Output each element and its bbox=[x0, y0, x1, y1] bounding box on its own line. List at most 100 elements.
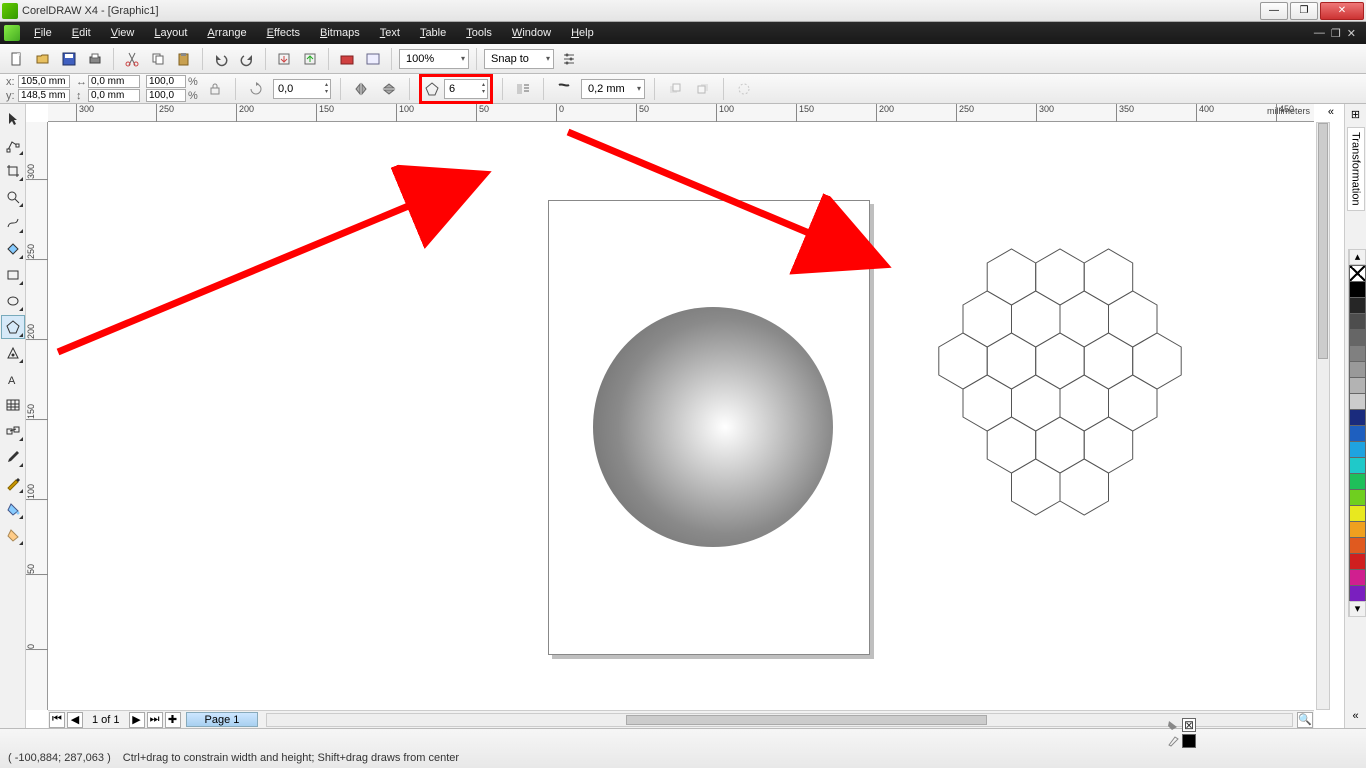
swatch[interactable] bbox=[1349, 425, 1366, 442]
cut-button[interactable] bbox=[121, 48, 143, 70]
swatch[interactable] bbox=[1349, 361, 1366, 378]
polygon-sides-input[interactable]: 6 bbox=[444, 79, 488, 99]
current-fill-swatch[interactable]: ⊠ bbox=[1182, 718, 1196, 732]
swatch[interactable] bbox=[1349, 345, 1366, 362]
convert-curves-button[interactable] bbox=[733, 78, 755, 100]
swatch[interactable] bbox=[1349, 585, 1366, 602]
canvas[interactable] bbox=[48, 122, 1314, 710]
outline-tool[interactable] bbox=[1, 471, 25, 495]
add-page-button[interactable]: ✚ bbox=[165, 712, 181, 728]
polygon-tool[interactable] bbox=[1, 315, 25, 339]
height-input[interactable]: 0,0 mm bbox=[88, 89, 140, 102]
pick-tool[interactable] bbox=[1, 107, 25, 131]
print-button[interactable] bbox=[84, 48, 106, 70]
swatch[interactable] bbox=[1349, 441, 1366, 458]
menu-tools[interactable]: Tools bbox=[456, 27, 502, 39]
zoom-combo[interactable]: 100% bbox=[399, 49, 469, 69]
ruler-horizontal[interactable]: 3002502001501005005010015020025030035040… bbox=[48, 104, 1314, 122]
mirror-h-button[interactable] bbox=[350, 78, 372, 100]
page-tab-1[interactable]: Page 1 bbox=[186, 712, 259, 727]
scale-x-input[interactable]: 100,0 bbox=[146, 75, 186, 88]
swatch[interactable] bbox=[1349, 281, 1366, 298]
menu-help[interactable]: Help bbox=[561, 27, 604, 39]
smart-fill-tool[interactable] bbox=[1, 237, 25, 261]
mdi-restore[interactable]: ❐ bbox=[1331, 27, 1341, 40]
new-button[interactable] bbox=[6, 48, 28, 70]
swatch[interactable] bbox=[1349, 297, 1366, 314]
menu-view[interactable]: View bbox=[101, 27, 145, 39]
copy-button[interactable] bbox=[147, 48, 169, 70]
palette-scroll-up[interactable]: ▴ bbox=[1349, 249, 1366, 265]
scale-y-input[interactable]: 100,0 bbox=[146, 89, 186, 102]
docker-expand-icon[interactable]: ⊞ bbox=[1351, 108, 1360, 121]
swatch[interactable] bbox=[1349, 313, 1366, 330]
swatch[interactable] bbox=[1349, 521, 1366, 538]
lock-ratio-button[interactable] bbox=[204, 78, 226, 100]
current-outline-swatch[interactable] bbox=[1182, 734, 1196, 748]
swatch[interactable] bbox=[1349, 393, 1366, 410]
menu-file[interactable]: File bbox=[24, 27, 62, 39]
menu-edit[interactable]: Edit bbox=[62, 27, 101, 39]
rotation-input[interactable]: 0,0 bbox=[273, 79, 331, 99]
menu-window[interactable]: Window bbox=[502, 27, 561, 39]
save-button[interactable] bbox=[58, 48, 80, 70]
maximize-button[interactable]: ❐ bbox=[1290, 2, 1318, 20]
fill-tool[interactable] bbox=[1, 497, 25, 521]
menu-layout[interactable]: Layout bbox=[144, 27, 197, 39]
table-tool[interactable] bbox=[1, 393, 25, 417]
interactive-fill-tool[interactable] bbox=[1, 523, 25, 547]
palette-scroll-down[interactable]: ▾ bbox=[1349, 601, 1366, 617]
vertical-scrollbar[interactable] bbox=[1316, 122, 1330, 710]
docker-toggle[interactable]: « bbox=[1328, 106, 1334, 118]
mirror-v-button[interactable] bbox=[378, 78, 400, 100]
swatch[interactable] bbox=[1349, 537, 1366, 554]
interactive-blend-tool[interactable] bbox=[1, 419, 25, 443]
export-button[interactable] bbox=[299, 48, 321, 70]
swatch[interactable] bbox=[1349, 377, 1366, 394]
to-front-button[interactable] bbox=[664, 78, 686, 100]
paste-button[interactable] bbox=[173, 48, 195, 70]
swatch[interactable] bbox=[1349, 473, 1366, 490]
redo-button[interactable] bbox=[236, 48, 258, 70]
horizontal-scrollbar[interactable] bbox=[266, 713, 1293, 727]
transformation-docker-tab[interactable]: Transformation bbox=[1347, 127, 1365, 211]
text-tool[interactable]: A bbox=[1, 367, 25, 391]
ellipse-tool[interactable] bbox=[1, 289, 25, 313]
swatch-none[interactable] bbox=[1349, 265, 1366, 282]
x-input[interactable]: 105,0 mm bbox=[18, 75, 70, 88]
basic-shapes-tool[interactable] bbox=[1, 341, 25, 365]
last-page-button[interactable]: ⏭ bbox=[147, 712, 163, 728]
undo-button[interactable] bbox=[210, 48, 232, 70]
snap-combo[interactable]: Snap to bbox=[484, 49, 554, 69]
zoom-navigator-button[interactable]: 🔍 bbox=[1297, 712, 1313, 728]
menu-arrange[interactable]: Arrange bbox=[197, 27, 256, 39]
mdi-minimize[interactable]: — bbox=[1314, 27, 1325, 40]
swatch[interactable] bbox=[1349, 505, 1366, 522]
width-input[interactable]: 0,0 mm bbox=[88, 75, 140, 88]
crop-tool[interactable] bbox=[1, 159, 25, 183]
y-input[interactable]: 148,5 mm bbox=[18, 89, 70, 102]
welcome-button[interactable] bbox=[362, 48, 384, 70]
menu-text[interactable]: Text bbox=[370, 27, 410, 39]
menu-table[interactable]: Table bbox=[410, 27, 456, 39]
close-button[interactable]: ✕ bbox=[1320, 2, 1364, 20]
ruler-vertical[interactable]: 300250200150100500 bbox=[26, 122, 48, 710]
swatch[interactable] bbox=[1349, 569, 1366, 586]
shape-tool[interactable] bbox=[1, 133, 25, 157]
to-back-button[interactable] bbox=[692, 78, 714, 100]
first-page-button[interactable]: ⏮ bbox=[49, 712, 65, 728]
mdi-close[interactable]: ✕ bbox=[1347, 27, 1356, 40]
zoom-tool[interactable] bbox=[1, 185, 25, 209]
prev-page-button[interactable]: ◀ bbox=[67, 712, 83, 728]
swatch[interactable] bbox=[1349, 329, 1366, 346]
rectangle-tool[interactable] bbox=[1, 263, 25, 287]
open-button[interactable] bbox=[32, 48, 54, 70]
docker-collapse-icon[interactable]: « bbox=[1352, 710, 1358, 722]
menu-bitmaps[interactable]: Bitmaps bbox=[310, 27, 370, 39]
menu-effects[interactable]: Effects bbox=[257, 27, 310, 39]
swatch[interactable] bbox=[1349, 553, 1366, 570]
wrap-text-button[interactable] bbox=[512, 78, 534, 100]
app-launcher-button[interactable] bbox=[336, 48, 358, 70]
swatch[interactable] bbox=[1349, 409, 1366, 426]
freehand-tool[interactable] bbox=[1, 211, 25, 235]
